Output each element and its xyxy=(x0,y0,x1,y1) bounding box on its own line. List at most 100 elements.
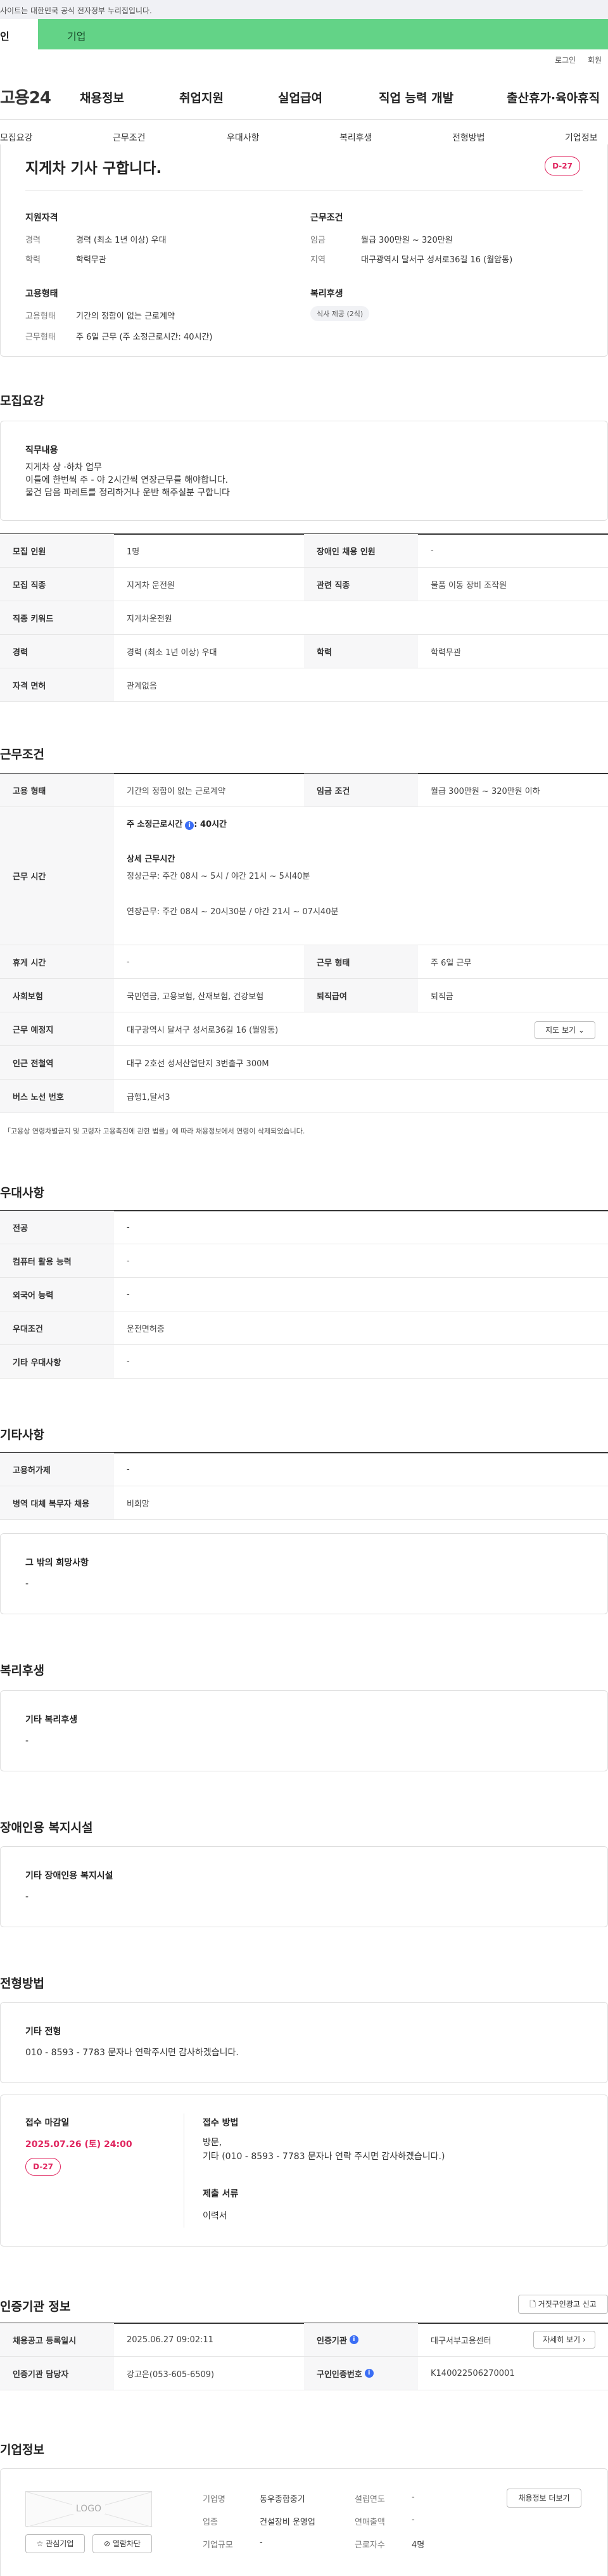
table-value: 물품 이동 장비 조작원 xyxy=(431,580,507,590)
gnb-unemployment-benefit[interactable]: 실업급여 xyxy=(278,89,322,106)
career-key: 경력 xyxy=(25,236,41,245)
subnav-welfare[interactable]: 복리후생 xyxy=(339,131,372,144)
table-key: 고용 형태 xyxy=(0,774,114,807)
disabled-box xyxy=(0,1846,608,1927)
hope-label: 그 밖의 희망사항 xyxy=(25,1558,89,1568)
hope-value: - xyxy=(25,1579,29,1589)
tab-personal[interactable]: 인 xyxy=(0,19,38,49)
table-key: 학력 xyxy=(304,635,418,668)
deadline-value: 2025.07.26 (토) 24:00 xyxy=(25,2139,132,2150)
gnb-job-info[interactable]: 채용정보 xyxy=(80,89,124,106)
table-row: 고용 형태 기간의 정함이 없는 근로계약 임금 조건 월급 300만원 ~ 3… xyxy=(0,774,608,807)
table-value: 관계없음 xyxy=(127,681,157,691)
signup-link[interactable]: 회원 xyxy=(588,54,602,65)
table-value: 대구광역시 달서구 성서로36길 16 (월암동) xyxy=(127,1025,279,1035)
company-section-title: 기업정보 xyxy=(0,2443,44,2457)
subnav-recruit[interactable]: 모집요강 xyxy=(0,131,33,144)
method-line-2: 기타 (010 - 8593 - 7783 문자나 연락 주시면 감사하겠습니다… xyxy=(203,2152,445,2162)
table-value: - xyxy=(127,957,130,967)
table-key: 근무 시간 xyxy=(0,807,114,945)
sales-key: 연매출액 xyxy=(355,2518,385,2527)
map-view-button[interactable]: 지도 보기 ⌄ xyxy=(535,1021,595,1039)
table-value: 퇴직금 xyxy=(431,992,453,1002)
emptype-key: 고용형태 xyxy=(25,312,56,321)
report-label: 거짓구인광고 신고 xyxy=(538,2300,597,2309)
table-value: 학력무관 xyxy=(431,647,461,658)
favorite-company-button[interactable]: ☆ 관심기업 xyxy=(25,2534,85,2553)
info-icon[interactable]: i xyxy=(349,2335,358,2344)
table-row: 근무 예정지 대구광역시 달서구 성서로36길 16 (월암동) xyxy=(0,1012,608,1046)
table-key: 모집 인원 xyxy=(0,534,114,567)
table-value: - xyxy=(127,1356,130,1367)
document-icon: 🗋 xyxy=(529,2300,536,2309)
table-row: 외국어 능력 - xyxy=(0,1278,608,1311)
staff-key: 근로자수 xyxy=(355,2541,385,2550)
dday-badge: D-27 xyxy=(545,156,580,175)
table-row: 모집 인원 1명 장애인 채용 인원 - xyxy=(0,534,608,568)
info-icon[interactable]: i xyxy=(185,821,194,830)
auth-no-key: 구인인증번호 xyxy=(317,2369,362,2380)
duty-line-1: 지게차 상 ·하차 업무 xyxy=(25,462,102,473)
deadline-dday-badge: D-27 xyxy=(25,2158,61,2176)
star-icon: ☆ xyxy=(36,2539,44,2548)
industry-value: 건설장비 운영업 xyxy=(260,2518,315,2527)
table-row: 인증기관 담당자 강고은(053-605-6509) 구인인증번호 i K1400… xyxy=(0,2357,608,2390)
chevron-right-icon: › xyxy=(583,2335,586,2344)
table-key: 채용공고 등록일시 xyxy=(0,2323,114,2356)
hope-box xyxy=(0,1533,608,1614)
tab-business[interactable]: 기업 xyxy=(38,19,608,49)
table-value: - xyxy=(127,1464,130,1474)
gnb-parental-leave[interactable]: 출산휴가·육아휴직 xyxy=(507,89,608,106)
table-row: 자격 면허 관계없음 xyxy=(0,668,608,702)
table-value: - xyxy=(127,1289,130,1299)
emptype-value: 기간의 정함이 없는 근로계약 xyxy=(76,312,175,321)
table-value: - xyxy=(431,545,434,556)
detail-hours-line-2: 연장근무: 주간 08시 ~ 20시30분 / 야간 21시 ~ 07시40분 xyxy=(127,907,339,917)
method-label: 접수 방법 xyxy=(203,2118,239,2128)
table-value: 기간의 정함이 없는 근로계약 xyxy=(127,786,225,796)
table-key: 병역 대체 복무자 채용 xyxy=(0,1486,114,1519)
more-jobs-button[interactable]: 채용정보 더보기 xyxy=(507,2489,581,2508)
region-key: 지역 xyxy=(310,255,326,265)
qual-label: 지원자격 xyxy=(25,213,58,223)
gnb-divider xyxy=(0,119,608,120)
subnav-company[interactable]: 기업정보 xyxy=(565,131,598,144)
duty-label: 직무내용 xyxy=(25,445,58,456)
table-row: 인근 전철역 대구 2호선 성서산업단지 3번출구 300M xyxy=(0,1046,608,1080)
docs-label: 제출 서류 xyxy=(203,2189,239,2199)
report-fake-ad-button[interactable]: 🗋 거짓구인광고 신고 xyxy=(518,2295,608,2314)
career-value: 경력 (최소 1년 이상) 우대 xyxy=(76,236,167,245)
subnav-conditions[interactable]: 근무조건 xyxy=(113,131,146,144)
selection-section-title: 전형방법 xyxy=(0,1977,44,1991)
auth-detail-button[interactable]: 자세히 보기 › xyxy=(533,2331,595,2349)
login-link[interactable]: 로그인 xyxy=(555,54,576,65)
worktype-key: 근무형태 xyxy=(25,333,56,342)
subnav-selection[interactable]: 전형방법 xyxy=(452,131,485,144)
table-key: 자격 면허 xyxy=(0,668,114,701)
founded-value: - xyxy=(412,2492,415,2502)
site-logo[interactable]: 고용24 xyxy=(0,85,51,108)
welfare-box-value: - xyxy=(25,1736,29,1746)
subnav-preference[interactable]: 우대사항 xyxy=(227,131,260,144)
gnb-employment-support[interactable]: 취업지원 xyxy=(179,89,224,106)
pref-section-title: 우대사항 xyxy=(0,1186,44,1200)
duty-line-2: 이틀에 한번씩 주 - 야 2시간씩 연장근무를 해야합니다. xyxy=(25,475,229,485)
auth-org-key: 인증기관 xyxy=(317,2336,347,2346)
table-key: 임금 조건 xyxy=(304,774,418,807)
table-key: 근무 형태 xyxy=(304,945,418,978)
table-key: 외국어 능력 xyxy=(0,1278,114,1311)
favorite-label: 관심기업 xyxy=(46,2539,74,2548)
gov-notice-bar: 사이트는 대한민국 공식 전자정부 누리집입니다. xyxy=(0,0,608,19)
table-key: 퇴직급여 xyxy=(304,979,418,1012)
disabled-box-label: 기타 장애인용 복지시설 xyxy=(25,1871,113,1881)
info-icon[interactable]: i xyxy=(364,2369,374,2378)
auth-detail-label: 자세히 보기 xyxy=(543,2335,581,2344)
block-icon: ⊘ xyxy=(103,2539,111,2548)
age-notice: 「고용상 연령차별금지 및 고령자 고용촉진에 관한 법률」에 따라 채용정보에… xyxy=(4,1127,305,1135)
user-type-tabs: 인 기업 xyxy=(0,19,608,49)
selection-etc-box xyxy=(0,2002,608,2083)
block-company-button[interactable]: ⊘ 열람차단 xyxy=(92,2534,152,2553)
company-name-value: 동우종합중기 xyxy=(260,2495,305,2504)
gnb-job-training[interactable]: 직업 능력 개발 xyxy=(379,89,453,106)
region-value: 대구광역시 달서구 성서로36길 16 (월암동) xyxy=(361,255,513,265)
